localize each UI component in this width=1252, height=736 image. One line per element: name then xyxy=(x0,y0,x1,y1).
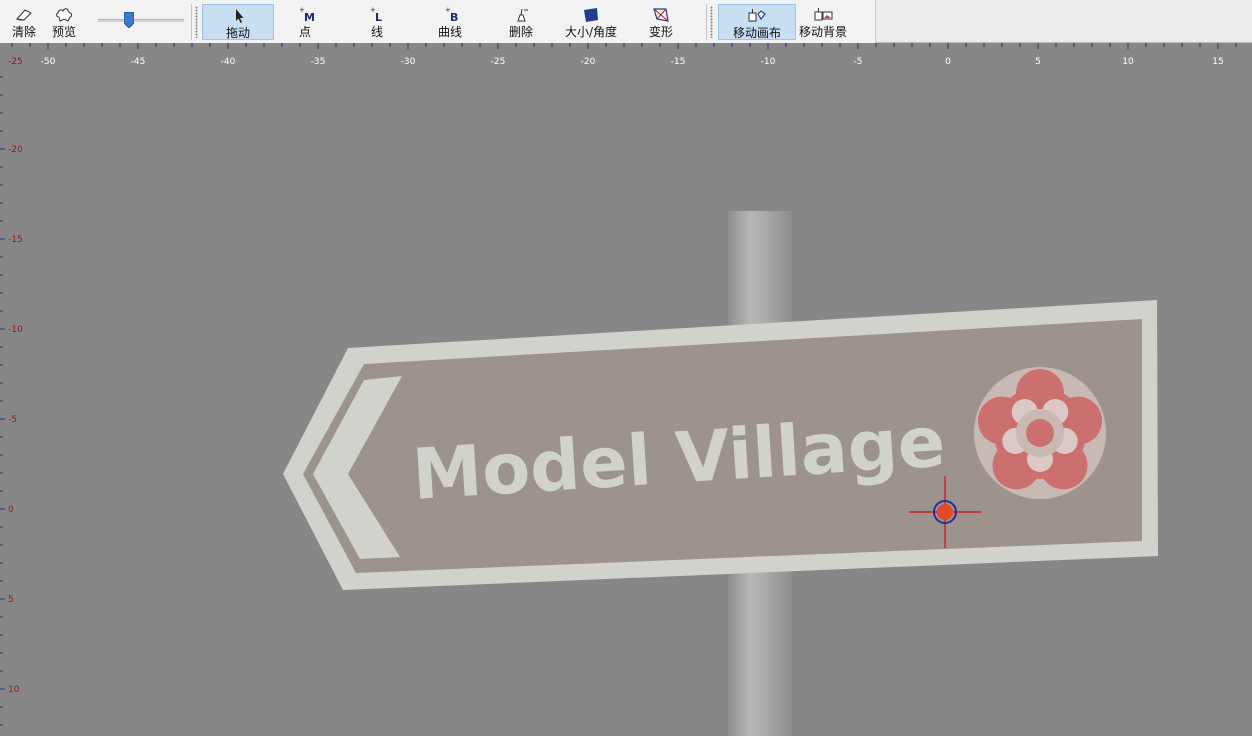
ruler-label: 0 xyxy=(8,505,14,515)
toolbar-grip xyxy=(710,6,713,38)
add-point-button[interactable]: + M 点 xyxy=(275,4,335,40)
warp-label: 变形 xyxy=(648,25,673,39)
move-canvas-icon xyxy=(748,9,766,22)
horizontal-ruler: -50 -45 -40 -35 -30 -25 -20 -15 -10 -5 0 5 10 15-25 xyxy=(0,43,1252,68)
toolbar-grip xyxy=(195,6,198,38)
toolbar: 清除 预览 拖动 +M 点 +L 线 +B 曲线 删除 大小/角度 变形 xyxy=(0,0,1252,43)
move-background-button[interactable]: 移动背景 xyxy=(797,4,849,40)
add-curve-label: 曲线 xyxy=(437,25,462,39)
move-background-label: 移动背景 xyxy=(798,25,847,39)
ruler-label: -45 xyxy=(131,57,146,67)
ruler-label: -25 xyxy=(491,57,506,67)
preview-label: 预览 xyxy=(51,25,76,39)
add-line-glyph: L xyxy=(375,11,382,23)
move-canvas-label: 移动画布 xyxy=(732,26,781,40)
ruler-label: -10 xyxy=(8,325,23,335)
toolbar-separator xyxy=(706,4,707,40)
ruler-label: -20 xyxy=(8,145,23,155)
zoom-slider[interactable] xyxy=(98,9,184,33)
ruler-label: -25 xyxy=(8,57,23,67)
canvas-area[interactable]: Model Village xyxy=(0,43,1252,736)
add-line-label: 线 xyxy=(370,25,383,39)
control-point-handle[interactable] xyxy=(937,504,953,520)
ruler-label: -30 xyxy=(401,57,416,67)
ruler-label: -40 xyxy=(221,57,236,67)
rose-emblem xyxy=(974,367,1106,499)
ruler-label: 10 xyxy=(8,685,20,695)
ruler-label: -15 xyxy=(8,235,23,245)
add-curve-glyph: B xyxy=(450,11,458,23)
ruler-label: -50 xyxy=(41,57,56,67)
resize-rotate-label: 大小/角度 xyxy=(564,25,618,39)
add-line-button[interactable]: + L 线 xyxy=(350,4,404,40)
ruler-label: -35 xyxy=(311,57,326,67)
add-curve-icon: +B xyxy=(445,7,458,23)
eraser-icon xyxy=(16,9,32,21)
move-canvas-button[interactable]: 移动画布 xyxy=(718,4,796,40)
preview-button[interactable]: 预览 xyxy=(46,4,82,40)
drag-tool-label: 拖动 xyxy=(225,26,250,40)
toolbar-separator xyxy=(191,4,192,40)
add-point-icon: +M xyxy=(299,7,315,23)
add-curve-button[interactable]: + B 曲线 xyxy=(420,4,480,40)
zoom-slider-track xyxy=(98,19,184,22)
ruler-label: 10 xyxy=(1122,57,1134,67)
clear-button[interactable]: 清除 xyxy=(6,4,42,40)
ruler-label: 5 xyxy=(1035,57,1041,67)
resize-rotate-button[interactable]: 大小/角度 xyxy=(558,4,624,40)
move-background-icon xyxy=(814,8,833,21)
clear-label: 清除 xyxy=(11,25,36,39)
delete-point-label: 删除 xyxy=(508,25,533,39)
add-line-icon: +L xyxy=(370,7,382,23)
warp-icon xyxy=(653,8,669,22)
delete-point-icon xyxy=(517,8,528,22)
resize-rotate-icon xyxy=(584,8,598,22)
add-point-label: 点 xyxy=(298,25,311,39)
delete-point-button[interactable]: 删除 xyxy=(494,4,548,40)
ruler-label: 5 xyxy=(8,595,14,605)
add-point-glyph: M xyxy=(304,11,315,23)
ruler-label: -10 xyxy=(761,57,776,67)
drag-tool-button[interactable]: 拖动 xyxy=(202,4,274,40)
ruler-label: -5 xyxy=(8,415,17,425)
ruler-label: 0 xyxy=(945,57,951,67)
zoom-slider-thumb[interactable] xyxy=(124,12,134,28)
ruler-label: 15 xyxy=(1212,57,1223,67)
warp-button[interactable]: 变形 xyxy=(636,4,686,40)
vertical-ruler: -20 -15 -10 -5 0 5 10 xyxy=(0,76,23,726)
puzzle-icon xyxy=(56,8,72,22)
ruler-label: -20 xyxy=(581,57,596,67)
ruler-label: -5 xyxy=(854,57,863,67)
ruler-label: -15 xyxy=(671,57,686,67)
cursor-icon xyxy=(236,9,244,23)
